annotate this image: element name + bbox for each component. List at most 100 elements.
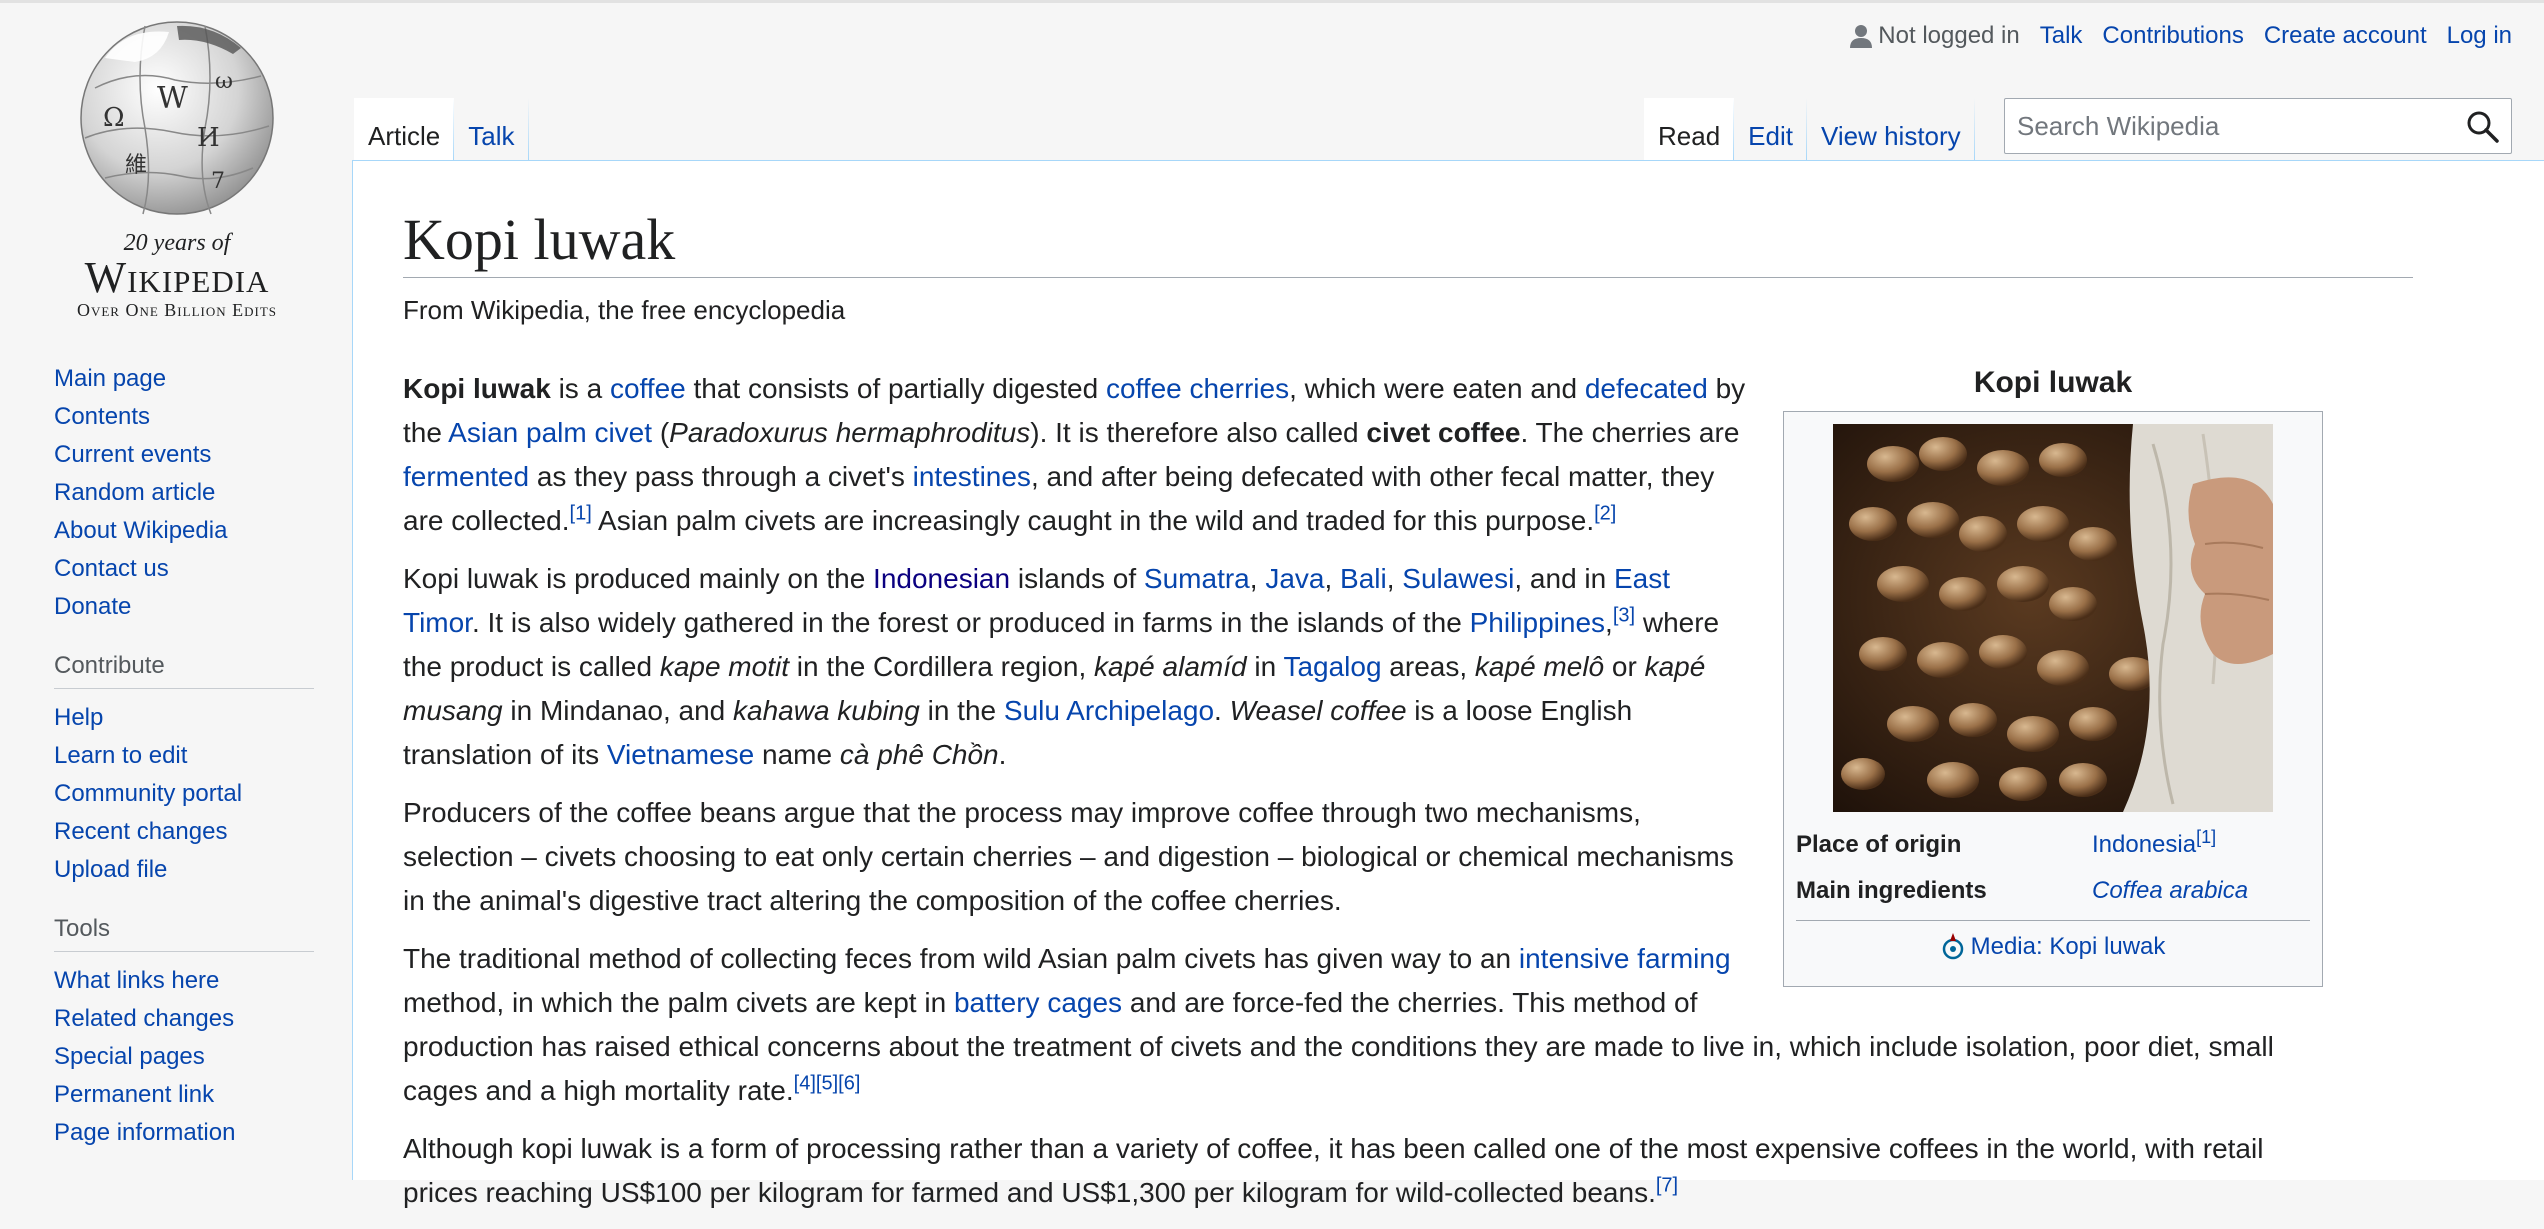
sulawesi-link[interactable]: Sulawesi — [1402, 563, 1514, 594]
text: , and in — [1514, 563, 1614, 594]
top-border — [0, 0, 2544, 3]
sidebar-item-permanent-link[interactable]: Permanent link — [54, 1081, 214, 1108]
svg-text:維: 維 — [125, 153, 147, 178]
logo-wordmark: Wikipedia — [84, 253, 270, 302]
infobox-ingredients-label: Main ingredients — [1796, 877, 1987, 904]
tagalog-link[interactable]: Tagalog — [1283, 651, 1381, 682]
user-icon — [1850, 25, 1873, 48]
bali-link[interactable]: Bali — [1340, 563, 1387, 594]
site-subtitle: From Wikipedia, the free encyclopedia — [403, 295, 846, 325]
fermented-link[interactable]: fermented — [403, 461, 529, 492]
species-name: Paradoxurus hermaphroditus — [669, 417, 1031, 448]
indonesia-link[interactable]: Indonesia — [2092, 831, 2196, 858]
sidebar-item-community-portal[interactable]: Community portal — [54, 780, 242, 807]
commons-icon — [1942, 933, 1963, 960]
sidebar-contribute: Contribute Help Learn to edit Community … — [54, 652, 350, 889]
anon-status: Not logged in — [1850, 22, 2020, 50]
text: islands of — [1010, 563, 1144, 594]
tab-article[interactable]: Article — [354, 98, 455, 160]
tab-read[interactable]: Read — [1644, 98, 1735, 160]
tab-edit[interactable]: Edit — [1734, 98, 1807, 160]
user-talk-link[interactable]: Talk — [2040, 22, 2083, 50]
infobox-ref-1[interactable]: [1] — [2196, 827, 2216, 847]
media-link[interactable]: Media: Kopi luwak — [1941, 929, 2165, 965]
main-content: Kopi luwak From Wikipedia, the free ency… — [352, 160, 2544, 1208]
citation-2[interactable]: [2] — [1594, 503, 1616, 525]
infobox-row-origin: Place of origin Indonesia[1] — [1796, 822, 2310, 868]
defecated-link[interactable]: defecated — [1585, 373, 1708, 404]
sidebar-item-help[interactable]: Help — [54, 704, 103, 731]
coffee-beans-photo[interactable] — [1833, 424, 2273, 812]
coffee-link[interactable]: coffee — [610, 373, 686, 404]
citation-3[interactable]: [3] — [1613, 605, 1635, 627]
contributions-link[interactable]: Contributions — [2102, 22, 2243, 50]
asian-palm-civet-link[interactable]: Asian palm civet — [448, 417, 652, 448]
tab-talk[interactable]: Talk — [454, 98, 529, 160]
citation-7[interactable]: [7] — [1656, 1175, 1678, 1197]
term-weasel-coffee: Weasel coffee — [1229, 695, 1407, 726]
sumatra-link[interactable]: Sumatra — [1144, 563, 1250, 594]
sidebar-item-page-information[interactable]: Page information — [54, 1119, 235, 1146]
infobox-body: Place of origin Indonesia[1] Main ingred… — [1783, 411, 2323, 987]
battery-cages-link[interactable]: battery cages — [954, 987, 1122, 1018]
sidebar-item-contents[interactable]: Contents — [54, 403, 150, 430]
citation-4[interactable]: [4] — [794, 1073, 816, 1095]
text: in Mindanao, and — [502, 695, 734, 726]
citation-1[interactable]: [1] — [570, 503, 592, 525]
coffee-cherries-link[interactable]: coffee cherries — [1106, 373, 1289, 404]
sulu-archipelago-link[interactable]: Sulu Archipelago — [1004, 695, 1214, 726]
text: as they pass through a civet's — [529, 461, 913, 492]
sidebar-item-random-article[interactable]: Random article — [54, 479, 215, 506]
philippines-link[interactable]: Philippines — [1470, 607, 1605, 638]
citation-6[interactable]: [6] — [838, 1073, 860, 1095]
sidebar-item-special-pages[interactable]: Special pages — [54, 1043, 205, 1070]
text: in the Cordillera region, — [788, 651, 1095, 682]
term-ca-phe-chon: cà phê Chồn — [839, 739, 999, 770]
tab-view-history-label: View history — [1820, 120, 1961, 151]
sidebar-item-contact-us[interactable]: Contact us — [54, 555, 169, 582]
text: , — [1605, 607, 1613, 638]
puzzle-globe-icon: W Ω И 維 ω 7 — [80, 21, 274, 215]
svg-text:W: W — [157, 81, 188, 116]
search-icon[interactable] — [2465, 109, 2501, 145]
indonesian-link[interactable]: Indonesian — [873, 563, 1010, 594]
sidebar-item-about-wikipedia[interactable]: About Wikipedia — [54, 517, 227, 544]
sidebar-tools: Tools What links here Related changes Sp… — [54, 915, 350, 1152]
tab-read-label: Read — [1658, 120, 1721, 151]
infobox: Kopi luwak Place of origin Indonesia[1] … — [1783, 366, 2323, 987]
sidebar-item-donate[interactable]: Donate — [54, 593, 131, 620]
citation-5[interactable]: [5] — [816, 1073, 838, 1095]
infobox-origin-label: Place of origin — [1796, 831, 1962, 858]
tab-edit-label: Edit — [1748, 120, 1793, 151]
text: . — [998, 739, 1007, 770]
intensive-farming-link[interactable]: intensive farming — [1519, 943, 1731, 974]
intestines-link[interactable]: intestines — [913, 461, 1031, 492]
create-account-link[interactable]: Create account — [2264, 22, 2427, 50]
text: name — [754, 739, 840, 770]
infobox-row-ingredients: Main ingredients Coffea arabica — [1796, 868, 2310, 914]
tab-view-history[interactable]: View history — [1806, 98, 1975, 160]
sidebar-item-learn-to-edit[interactable]: Learn to edit — [54, 742, 187, 769]
search-input[interactable] — [2005, 109, 2459, 143]
log-in-link[interactable]: Log in — [2447, 22, 2512, 50]
sidebar-item-upload-file[interactable]: Upload file — [54, 856, 167, 883]
java-link[interactable]: Java — [1265, 563, 1324, 594]
text: , — [1324, 563, 1341, 594]
sidebar-item-recent-changes[interactable]: Recent changes — [54, 818, 227, 845]
svg-text:Ω: Ω — [103, 103, 125, 133]
wikipedia-logo[interactable]: W Ω И 維 ω 7 20 years of Wikipedia Over O… — [52, 18, 302, 320]
sidebar-heading-contribute: Contribute — [54, 652, 314, 689]
namespace-tabs: Article Talk — [354, 98, 529, 160]
sidebar-item-current-events[interactable]: Current events — [54, 441, 211, 468]
vietnamese-link[interactable]: Vietnamese — [607, 739, 754, 770]
bold-kopi-luwak: Kopi luwak — [403, 373, 551, 404]
term-kahawa-kubing: kahawa kubing — [733, 695, 920, 726]
coffea-arabica-link[interactable]: Coffea arabica — [2092, 877, 2248, 904]
text: or — [1604, 651, 1645, 682]
sidebar-item-related-changes[interactable]: Related changes — [54, 1005, 234, 1032]
text: The traditional method of collecting fec… — [403, 943, 1519, 974]
bold-civet-coffee: civet coffee — [1366, 417, 1521, 448]
infobox-origin-value: Indonesia[1] — [2092, 822, 2216, 868]
sidebar-item-main-page[interactable]: Main page — [54, 365, 166, 392]
sidebar-item-what-links-here[interactable]: What links here — [54, 967, 219, 994]
